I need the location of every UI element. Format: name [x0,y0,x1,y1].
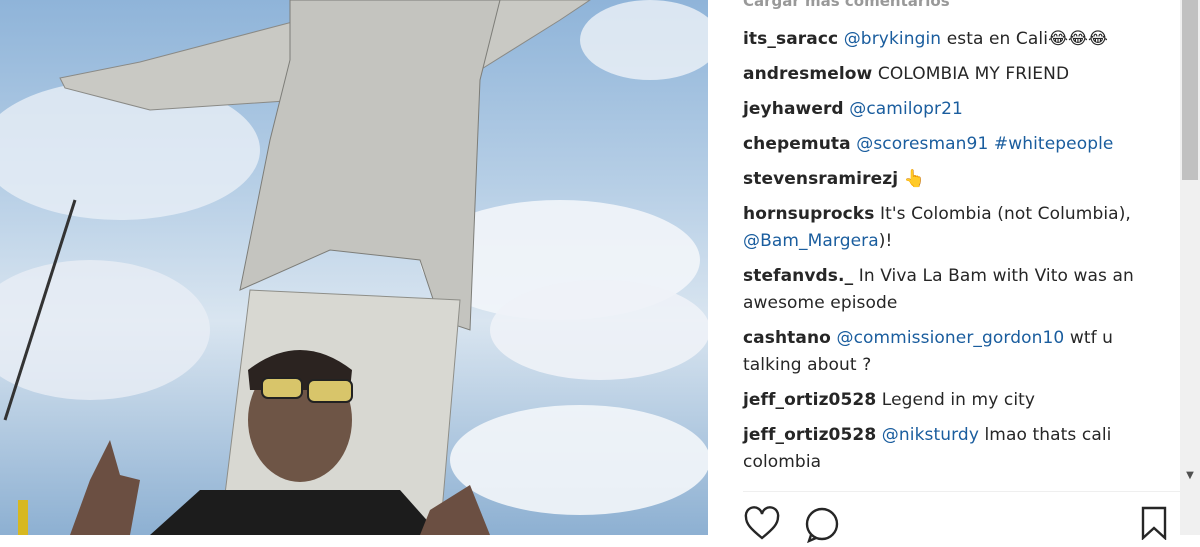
comment-username[interactable]: jeff_ortiz0528 [743,390,876,410]
comments-list: its_saracc @brykingin esta en Cali😂😂😂 and… [743,26,1143,484]
comment-item: stevensramirezj 👆 [743,166,1143,193]
comment-username[interactable]: andresmelow [743,64,872,84]
comment-item: its_saracc @brykingin esta en Cali😂😂😂 [743,26,1143,53]
heart-icon[interactable] [743,505,781,543]
comment-item: jeyhawerd @camilopr21 [743,96,1143,123]
divider [743,491,1180,492]
comment-text: Legend in my city [881,390,1036,410]
comment-mention-link[interactable]: #whitepeople [994,134,1114,154]
comment-mention-link[interactable]: @commissioner_gordon10 [836,328,1064,348]
comment-username[interactable]: jeff_ortiz0528 [743,425,876,445]
comment-username[interactable]: stefanvds._ [743,266,853,286]
page-scrollbar[interactable]: ▼ [1180,0,1200,535]
comment-username[interactable]: jeyhawerd [743,99,844,119]
comment-text: It's Colombia (not Columbia), [879,204,1131,224]
comment-username[interactable]: hornsuprocks [743,204,874,224]
comment-item: stefanvds._ In Viva La Bam with Vito was… [743,263,1143,317]
post-actions [743,505,841,544]
statue-photo-illustration [0,0,708,535]
comment-text: )! [878,231,893,251]
comment-item: jeff_ortiz0528 Legend in my city [743,387,1143,414]
comment-text: COLOMBIA MY FRIEND [877,64,1070,84]
comment-item: chepemuta @scoresman91 #whitepeople [743,131,1143,158]
comment-item: hornsuprocks It's Colombia (not Columbia… [743,201,1143,255]
comment-mention-link[interactable]: @Bam_Margera [743,231,879,251]
comment-item: cashtano @commissioner_gordon10 wtf u ta… [743,325,1143,379]
comment-username[interactable]: cashtano [743,328,831,348]
comment-mention-link[interactable]: @scoresman91 [856,134,988,154]
comment-text: 👆 [903,169,925,189]
scroll-down-arrow-icon[interactable]: ▼ [1184,470,1196,482]
comment-text: esta en Cali😂😂😂 [941,29,1108,49]
comment-username[interactable]: chepemuta [743,134,851,154]
comment-username[interactable]: stevensramirezj [743,169,898,189]
comment-username[interactable]: its_saracc [743,29,838,49]
comments-panel: Cargar más comentarios its_saracc @bryki… [708,0,1180,544]
comment-item: andresmelow COLOMBIA MY FRIEND [743,61,1143,88]
comment-icon[interactable] [803,505,841,544]
scrollbar-thumb[interactable] [1182,0,1198,180]
comment-mention-link[interactable]: @camilopr21 [849,99,963,119]
comment-mention-link[interactable]: @brykingin [844,29,941,49]
load-more-comments-link[interactable]: Cargar más comentarios [743,0,950,10]
post-photo [0,0,708,535]
comment-mention-link[interactable]: @niksturdy [882,425,979,445]
comment-item: jeff_ortiz0528 @niksturdy lmao thats cal… [743,422,1143,476]
